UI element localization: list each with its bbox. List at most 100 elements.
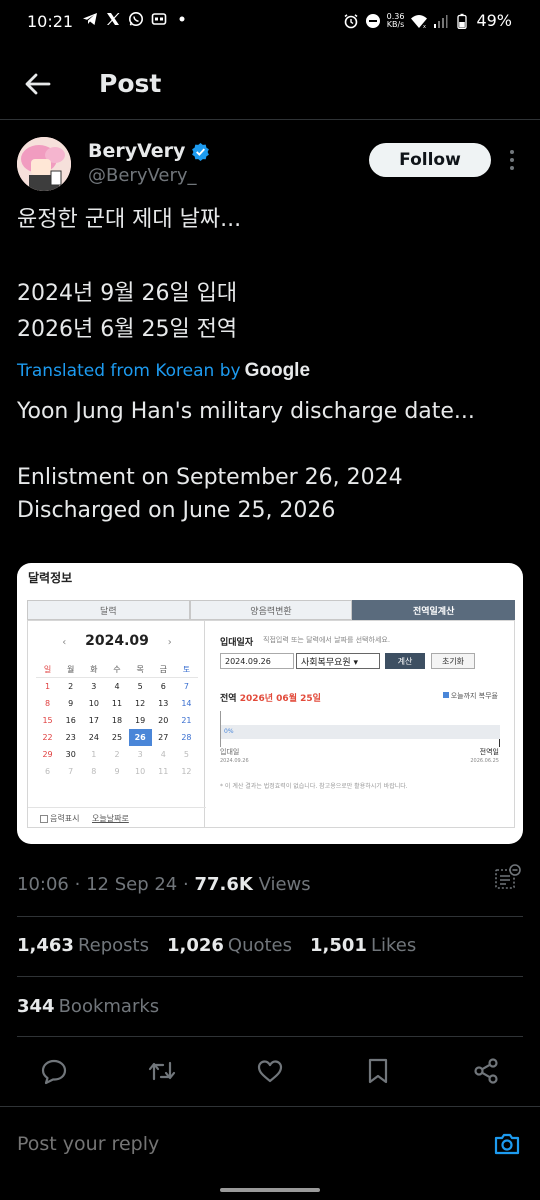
calendar-weekday: 화: [82, 661, 106, 678]
like-button[interactable]: [255, 1056, 285, 1086]
calendar-day: 4: [160, 750, 166, 759]
calendar-day: 19: [135, 716, 146, 725]
tweet-original-line-2: 2024년 9월 26일 입대: [17, 281, 238, 306]
calendar-footer: 음력표시 오늘날짜로: [28, 807, 206, 827]
calendar-day: 1: [91, 750, 97, 759]
post-analytics-icon[interactable]: [491, 862, 523, 894]
progress-legend: 오늘까지 복무율: [442, 691, 498, 701]
calendar-day: 29: [42, 750, 53, 759]
service-type-select: 사회복무요원 ▾: [296, 653, 380, 669]
author-name-text: BeryVery: [88, 140, 186, 162]
reset-button: 초기화: [431, 653, 475, 669]
calendar-day: 15: [42, 716, 53, 725]
more-options-icon[interactable]: [505, 147, 519, 173]
reply-button[interactable]: [39, 1056, 69, 1086]
calendar-day: 5: [183, 750, 189, 759]
reply-icon: [41, 1059, 67, 1085]
views-label: Views: [258, 874, 311, 895]
messages-icon: [151, 11, 167, 27]
reposts-label: Reposts: [77, 935, 149, 956]
dnd-icon: [365, 13, 381, 29]
calendar-day: 3: [137, 750, 143, 759]
share-button[interactable]: [471, 1056, 501, 1086]
page-title: Post: [99, 69, 162, 98]
calendar-day: 12: [135, 699, 146, 708]
arrow-left-icon: [25, 73, 51, 95]
quotes-count: 1,026: [166, 935, 224, 956]
reposts-stat[interactable]: 1,463 Reposts: [17, 935, 149, 956]
calendar-day: 16: [65, 716, 76, 725]
progress-end: 전역일 2026.06.25: [470, 748, 499, 766]
meta-separator: ·: [74, 874, 81, 895]
translation-prefix: Translated from Korean by: [17, 361, 241, 381]
bookmark-icon: [368, 1058, 388, 1084]
likes-stat[interactable]: 1,501 Likes: [310, 935, 416, 956]
avatar[interactable]: [17, 137, 71, 191]
reply-input[interactable]: [17, 1133, 457, 1155]
x-icon: [105, 11, 121, 27]
calendar-weekday: 월: [59, 661, 83, 678]
calendar-next-icon: ›: [167, 637, 172, 648]
reposts-count: 1,463: [17, 935, 74, 956]
net-speed-unit: KB/s: [386, 19, 405, 29]
calendar-month: 2024.09: [85, 633, 149, 649]
camera-icon: [494, 1133, 520, 1155]
today-link: 오늘날짜로: [92, 814, 129, 823]
translation-attribution[interactable]: Translated from Korean by Google: [17, 360, 310, 382]
verified-badge-icon: [192, 142, 210, 161]
calendar-weekday: 일: [36, 661, 60, 678]
tweet-translated-line-2: Enlistment on September 26, 2024: [17, 465, 403, 490]
lunar-checkbox-label: 음력표시: [50, 814, 80, 823]
calendar-day: 11: [111, 699, 123, 708]
reply-composer: [0, 1106, 540, 1182]
repost-button[interactable]: [147, 1056, 177, 1086]
author-handle[interactable]: @BeryVery_: [88, 165, 197, 186]
calendar-day: 23: [65, 733, 76, 742]
legend-swatch: [442, 692, 449, 698]
bookmarks-count: 344: [17, 996, 55, 1017]
follow-button[interactable]: Follow: [369, 143, 491, 177]
calendar-day: 8: [45, 699, 51, 708]
start-date: 2024.09.26: [220, 758, 249, 764]
calendar-day: 9: [68, 699, 74, 708]
result-date: 2026년 06월 25일: [239, 694, 321, 704]
telegram-icon: [82, 11, 98, 27]
bookmarks-label: Bookmarks: [58, 996, 160, 1017]
tweet-translated-line-3: Discharged on June 25, 2026: [17, 498, 336, 523]
media-calculator: 입대일자 직접입력 또는 달력에서 날짜를 선택하세요. 2024.09.26 …: [205, 620, 515, 828]
calendar-weekday: 목: [128, 661, 152, 678]
calendar-day: 7: [183, 682, 189, 691]
dot-icon: [174, 11, 190, 27]
enlist-date-label: 입대일자: [220, 638, 254, 648]
calendar-day: 4: [114, 682, 120, 691]
bookmarks-stat[interactable]: 344 Bookmarks: [17, 996, 159, 1017]
calendar-weekday: 토: [174, 661, 198, 678]
alarm-icon: [343, 13, 359, 29]
quotes-stat[interactable]: 1,026 Quotes: [167, 935, 292, 956]
tweet-image[interactable]: 달력정보 달력 양음력변환 전역일계산 ‹ 2024.09 › 일월화수목금토123…: [17, 563, 523, 844]
views-count: 77.6K: [194, 874, 253, 895]
calendar-header: ‹ 2024.09 ›: [28, 633, 206, 649]
back-button[interactable]: [20, 66, 56, 102]
whatsapp-icon: [128, 11, 144, 27]
result-prefix: 전역: [220, 694, 237, 704]
google-logo: Google: [244, 360, 311, 381]
bookmark-button[interactable]: [363, 1056, 393, 1086]
calendar-day: 10: [135, 767, 146, 776]
calendar-day: 6: [45, 767, 51, 776]
calendar-day: 21: [181, 716, 192, 725]
service-progress-text: 0%: [224, 728, 234, 735]
calendar-weekday: 금: [151, 661, 175, 678]
media-tab: 전역일계산: [352, 600, 516, 620]
service-type-value: 사회복무요원: [301, 658, 351, 668]
post-meta: 10:06 · 12 Sep 24 · 77.6K Views: [17, 874, 311, 895]
calendar-day: 2: [114, 750, 120, 759]
media-tab: 양음력변환: [189, 600, 353, 620]
progress-end-tick: [499, 739, 500, 747]
likes-label: Likes: [370, 935, 417, 956]
tweet-original-line-3: 2026년 6월 25일 전역: [17, 317, 238, 342]
calendar-day: 18: [111, 716, 123, 725]
camera-button[interactable]: [492, 1129, 522, 1159]
calendar-day: 14: [181, 699, 192, 708]
author-name[interactable]: BeryVery: [88, 140, 210, 162]
